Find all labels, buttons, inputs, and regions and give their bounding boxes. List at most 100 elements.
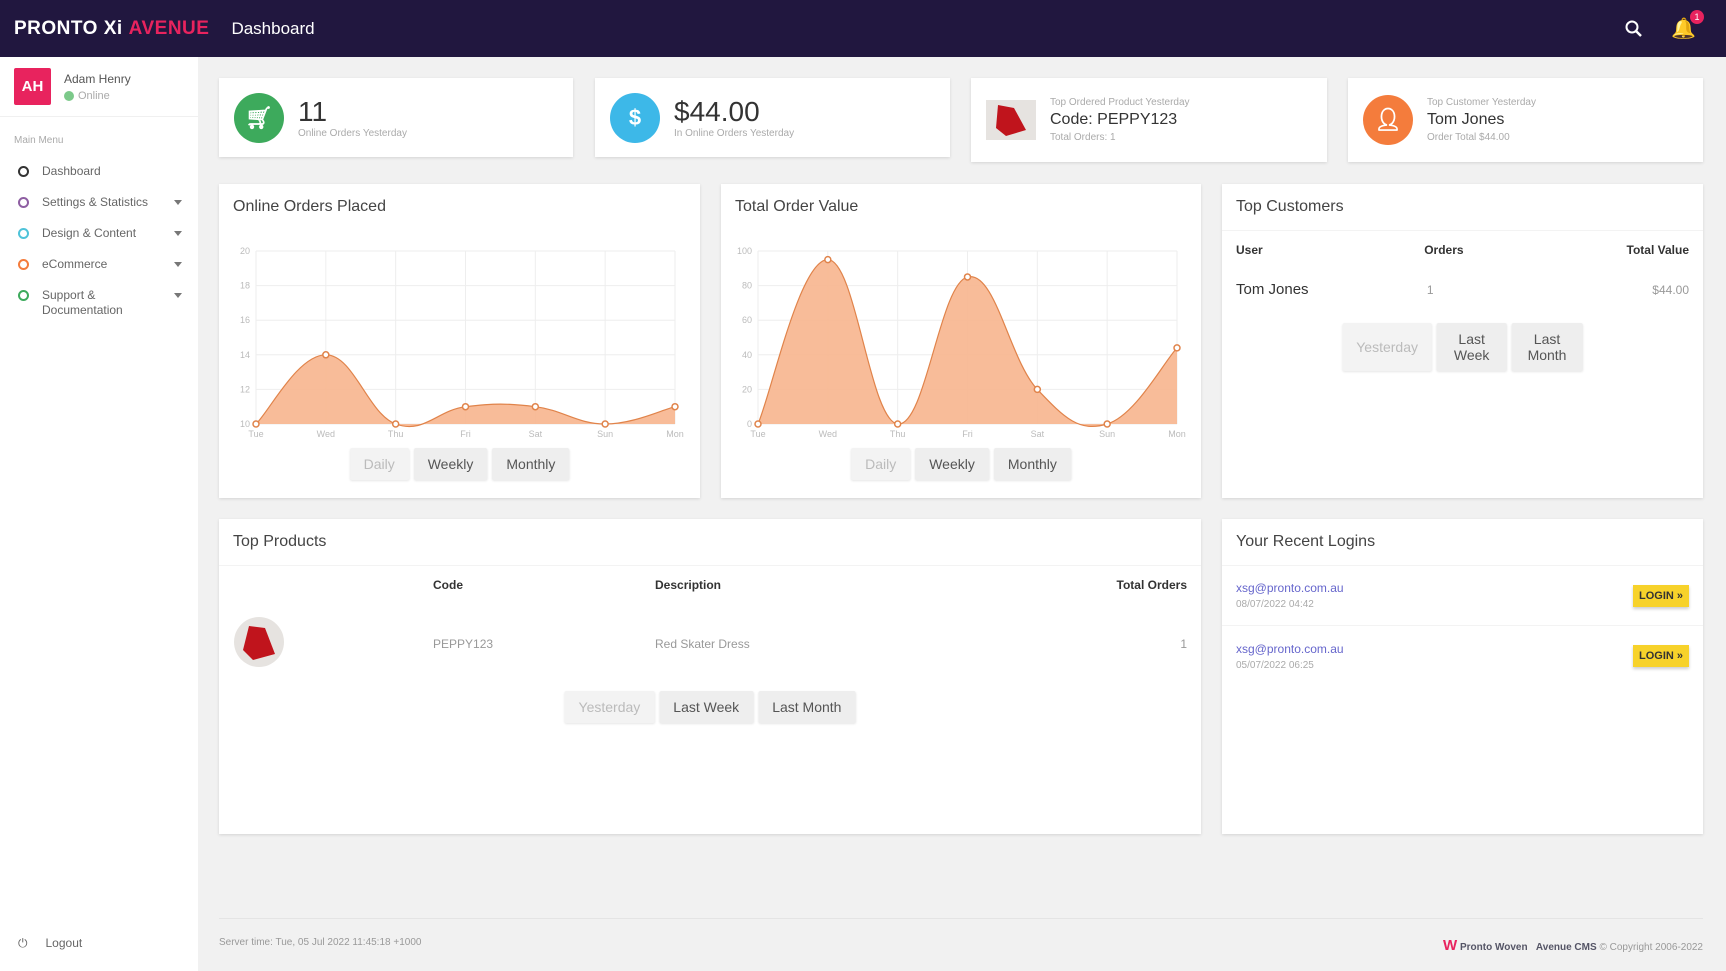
- x-tick-label: Mon: [1168, 429, 1186, 439]
- page-title: Dashboard: [231, 18, 315, 38]
- x-tick-label: Sun: [1099, 429, 1115, 439]
- footer-cms[interactable]: Avenue CMS: [1536, 942, 1597, 953]
- cell-image: [219, 604, 419, 683]
- sidebar-item-dashboard[interactable]: Dashboard: [0, 156, 198, 187]
- search-icon[interactable]: [1625, 20, 1643, 38]
- data-point: [963, 273, 972, 281]
- sidebar-item-label: Support & Documentation: [42, 288, 123, 317]
- login-email[interactable]: xsg@pronto.com.au: [1236, 642, 1344, 656]
- top-customer-total: Order Total $44.00: [1427, 132, 1510, 143]
- y-tick-label: 12: [240, 384, 250, 394]
- notifications-button[interactable]: 🔔 1: [1671, 10, 1704, 41]
- stat-card-top-product: Top Ordered Product Yesterday Code: PEPPY…: [971, 78, 1327, 162]
- circle-icon: [18, 290, 29, 301]
- cell-orders: 1: [1426, 282, 1434, 297]
- data-point: [391, 420, 400, 428]
- y-tick-label: 40: [742, 350, 752, 360]
- daily-button[interactable]: Daily: [851, 448, 911, 480]
- recent-logins-panel: Your Recent Logins xsg@pronto.com.au 08/0…: [1222, 519, 1703, 834]
- data-point: [671, 402, 679, 411]
- last-month-button[interactable]: Last Month: [758, 691, 856, 723]
- monthly-button[interactable]: Monthly: [492, 448, 570, 480]
- total-order-value-panel: Total Order Value 0 20 40 60 80 100 Tue Wed Thu F…: [721, 184, 1201, 498]
- orders-label: Online Orders Yesterday: [298, 128, 407, 139]
- col-user: User: [1236, 243, 1263, 257]
- logo[interactable]: PRONTO Xi AVENUE: [14, 18, 209, 40]
- yesterday-button[interactable]: Yesterday: [564, 691, 655, 723]
- data-point: [824, 255, 832, 264]
- yesterday-button[interactable]: Yesterday: [1342, 323, 1432, 371]
- daily-button[interactable]: Daily: [349, 448, 409, 480]
- order-value-chart: 0 20 40 60 80 100 Tue Wed Thu Fri Sat Sun Mon: [737, 246, 1186, 439]
- stat-card-revenue: $ $44.00 In Online Orders Yesterday: [595, 78, 950, 157]
- online-dot-icon: [64, 90, 74, 101]
- top-customers-table: User Orders Total Value Tom Jones 1 $44.00: [1222, 231, 1703, 310]
- footer-copyright: © Copyright 2006-2022: [1599, 942, 1703, 953]
- col-description: Description: [655, 578, 722, 592]
- last-week-button[interactable]: Last Week: [1437, 323, 1507, 371]
- cell-orders: 1: [1180, 636, 1187, 651]
- y-tick-label: 18: [240, 281, 250, 291]
- logo-accent: AVENUE: [128, 17, 210, 39]
- cell-code: PEPPY123: [433, 636, 494, 651]
- user-status: Online: [78, 89, 110, 102]
- product-thumbnail: [986, 100, 1036, 140]
- x-tick-label: Tue: [248, 429, 263, 439]
- revenue-label: In Online Orders Yesterday: [674, 128, 795, 139]
- top-products-panel: Top Products Code Description Total Orders…: [219, 519, 1201, 834]
- online-orders-panel: Online Orders Placed 10 12 14 16 18 20 Tue Wed T…: [219, 184, 700, 498]
- monthly-button[interactable]: Monthly: [993, 448, 1071, 480]
- login-time: 05/07/2022 06:25: [1236, 659, 1314, 671]
- data-point: [322, 351, 330, 359]
- weekly-button[interactable]: Weekly: [413, 448, 488, 480]
- data-point: [1173, 344, 1181, 352]
- sidebar-item-design-content[interactable]: Design & Content: [0, 218, 198, 249]
- y-tick-label: 0: [747, 419, 752, 429]
- sidebar-item-support-documentation[interactable]: Support & Documentation: [0, 280, 198, 326]
- x-tick-label: Mon: [666, 429, 684, 439]
- sidebar-item-settings-statistics[interactable]: Settings & Statistics: [0, 187, 198, 218]
- logout-button[interactable]: ⏻ Logout: [18, 936, 82, 951]
- circle-icon: [18, 228, 29, 239]
- cell-total: $44.00: [1652, 282, 1689, 297]
- chevron-down-icon: [174, 293, 182, 298]
- data-point: [461, 402, 470, 411]
- top-product-code: Code: PEPPY123: [1050, 111, 1178, 128]
- weekly-button[interactable]: Weekly: [915, 448, 989, 480]
- top-product-caption: Top Ordered Product Yesterday: [1050, 97, 1190, 108]
- y-tick-label: 20: [742, 384, 752, 394]
- data-point: [754, 420, 762, 428]
- chevron-down-icon: [174, 231, 182, 236]
- woven-logo-icon: W: [1443, 937, 1458, 954]
- login-row: xsg@pronto.com.au 08/07/2022 04:42 LOGIN »: [1222, 566, 1703, 626]
- user-panel: AH Adam Henry Online: [0, 57, 198, 117]
- power-icon: ⏻: [18, 936, 28, 950]
- data-point: [1103, 420, 1111, 428]
- notification-badge: 1: [1690, 10, 1704, 24]
- area-fill: [758, 259, 1177, 427]
- footer-brand[interactable]: Pronto Woven: [1460, 942, 1528, 953]
- col-image: [219, 566, 419, 604]
- last-week-button[interactable]: Last Week: [659, 691, 754, 723]
- data-point: [601, 420, 609, 428]
- circle-icon: [18, 197, 29, 208]
- login-email[interactable]: xsg@pronto.com.au: [1236, 581, 1344, 595]
- last-month-button[interactable]: Last Month: [1511, 323, 1583, 371]
- circle-icon: [18, 166, 29, 177]
- login-button[interactable]: LOGIN »: [1632, 645, 1689, 667]
- server-time: Server time: Tue, 05 Jul 2022 11:45:18 +…: [219, 937, 422, 948]
- login-button[interactable]: LOGIN »: [1632, 584, 1689, 607]
- y-tick-label: 16: [240, 315, 250, 325]
- table-row[interactable]: Tom Jones 1 $44.00: [1222, 269, 1703, 310]
- data-point: [252, 420, 260, 428]
- table-row[interactable]: PEPPY123 Red Skater Dress 1: [219, 604, 1201, 683]
- sidebar-item-ecommerce[interactable]: eCommerce: [0, 249, 198, 280]
- data-point: [1033, 385, 1042, 394]
- sidebar: AH Adam Henry Online Main Menu Dashboard…: [0, 57, 198, 971]
- x-tick-label: Fri: [460, 429, 471, 439]
- avatar: AH: [14, 68, 51, 105]
- sidebar-item-label: eCommerce: [42, 257, 108, 271]
- user-icon: 👤︎: [1363, 95, 1413, 145]
- cell-user: Tom Jones: [1236, 281, 1309, 298]
- y-tick-label: 100: [737, 246, 752, 256]
